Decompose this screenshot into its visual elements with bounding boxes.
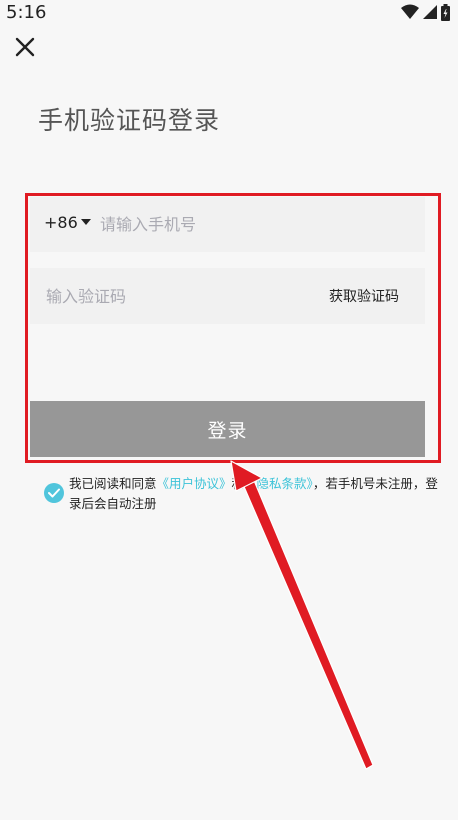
status-icons	[401, 3, 450, 21]
battery-icon	[441, 3, 450, 21]
phone-input[interactable]	[98, 210, 402, 238]
code-field: 获取验证码	[30, 268, 425, 324]
phone-field: +86	[30, 197, 425, 252]
caret-down-icon	[80, 219, 91, 225]
privacy-policy-link[interactable]: 《隐私条款》	[244, 476, 313, 491]
check-icon	[48, 488, 60, 498]
status-time: 5:16	[6, 2, 47, 23]
agreement-text-before: 我已阅读和同意	[69, 476, 157, 491]
login-button[interactable]: 登录	[30, 401, 425, 457]
user-agreement-link[interactable]: 《用户协议》	[157, 476, 232, 491]
page-title: 手机验证码登录	[38, 106, 221, 135]
code-input[interactable]	[44, 282, 298, 310]
agreement-checkbox[interactable]	[44, 483, 64, 503]
agreement-and: 和	[231, 476, 245, 491]
country-code: +86	[44, 213, 78, 232]
get-code-button[interactable]: 获取验证码	[329, 286, 399, 306]
country-code-selector[interactable]: +86	[44, 213, 91, 232]
wifi-icon	[401, 4, 419, 19]
close-button[interactable]	[12, 34, 38, 60]
close-icon	[15, 37, 35, 57]
cellular-signal-icon	[423, 5, 437, 19]
agreement-text: 我已阅读和同意《用户协议》和《隐私条款》，若手机号未注册，登录后会自动注册	[69, 474, 441, 514]
